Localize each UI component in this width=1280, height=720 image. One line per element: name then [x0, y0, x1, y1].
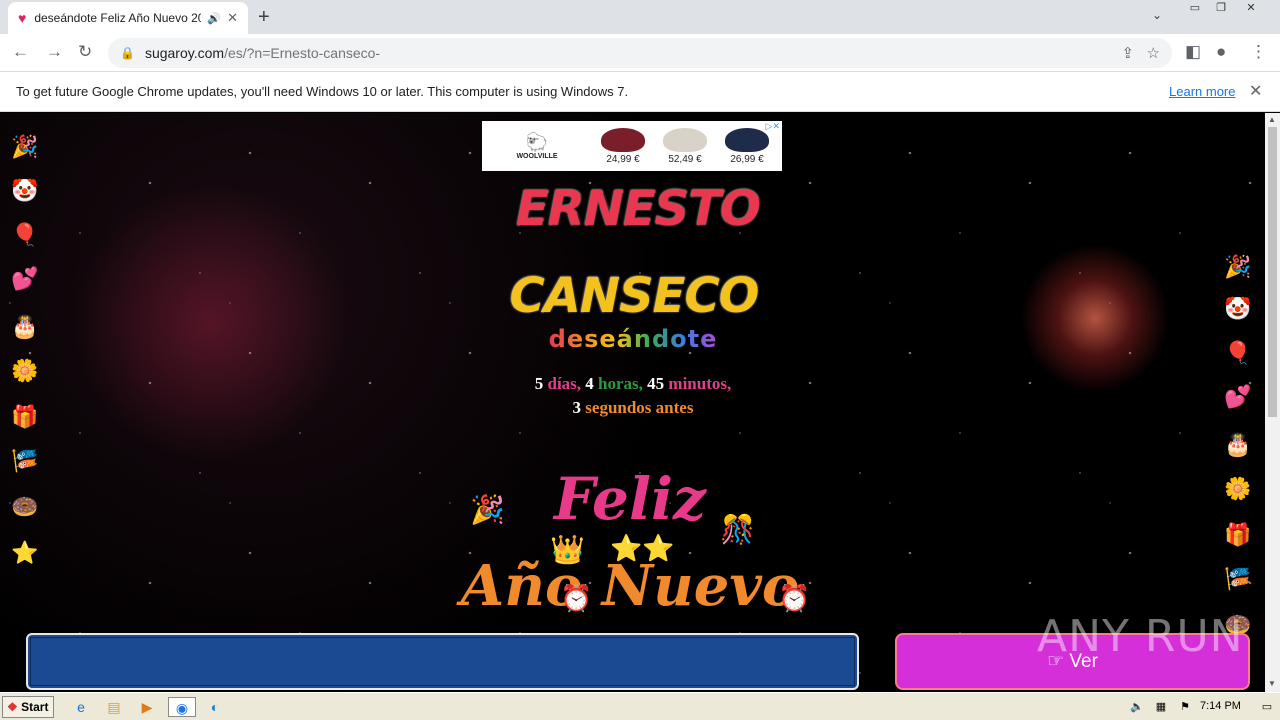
alarm-clock-icon: ⏰	[560, 583, 593, 613]
firework-left	[60, 173, 360, 473]
bunting-icon: 🎏	[11, 448, 39, 473]
lifebuoy-icon: 🍩	[11, 494, 39, 519]
clown-face-icon: 🤡	[1224, 296, 1252, 321]
restore-icon[interactable]: ❐	[1208, 0, 1234, 18]
share-star-icons[interactable]: ⇪ ☆	[1121, 44, 1160, 62]
tab-title: deseándote Feliz Año Nuevo 20	[34, 11, 202, 25]
infobar-message: To get future Google Chrome updates, you…	[16, 84, 629, 99]
clown-face-icon: 🤡	[11, 178, 39, 203]
update-infobar: To get future Google Chrome updates, you…	[0, 72, 1280, 112]
party-popper-icon: 🎉	[470, 494, 505, 525]
sidepanel-icon[interactable]: ◧	[1185, 42, 1201, 62]
anyrun-watermark: ANY RUN	[1037, 611, 1244, 662]
star-icon: ⭐	[11, 540, 39, 565]
firework-right	[1020, 243, 1170, 393]
forward-icon[interactable]: →	[46, 42, 63, 62]
url-host: sugaroy.com	[144, 45, 225, 61]
minimize-icon[interactable]: ▭	[1182, 0, 1208, 18]
address-bar[interactable]: 🔒 sugaroy.com /es/?n=Ernesto-canseco- ⇪ …	[108, 38, 1172, 68]
balloons-icon: 🎈	[1224, 340, 1252, 365]
adchoices-icon[interactable]: ▷✕	[766, 121, 780, 132]
flag-icon[interactable]: ⚑	[1174, 697, 1196, 717]
browser-toolbar: ← → ↻ 🔒 sugaroy.com /es/?n=Ernesto-canse…	[0, 34, 1280, 72]
ie-icon[interactable]: e	[70, 697, 92, 717]
flowers-icon: 🌼	[1224, 476, 1252, 501]
edge-icon[interactable]: ◐	[204, 697, 226, 717]
gift-icon: 🎁	[1224, 522, 1252, 547]
tab-strip: ♥ deseándote Feliz Año Nuevo 20 🔊 ✕ + ⌄ …	[0, 0, 1280, 34]
ad-item[interactable]: 26,99 €	[716, 127, 778, 165]
name-input-wrapper	[26, 633, 859, 690]
slipper-icon	[663, 127, 707, 152]
party-popper-icon: 🎉	[11, 134, 39, 159]
ad-banner[interactable]: 🐑 WOOLVILLE 24,99 € 52,49 € 26,99 € ▷✕	[482, 121, 782, 171]
page-content: 🐑 WOOLVILLE 24,99 € 52,49 € 26,99 € ▷✕ E…	[0, 113, 1265, 692]
first-name: ERNESTO	[516, 181, 761, 237]
url-path: /es/?n=Ernesto-canseco-	[224, 45, 381, 61]
close-icon[interactable]: ✕	[1249, 81, 1262, 101]
slipper-icon	[601, 127, 645, 152]
clock: 7:14 PM	[1200, 700, 1241, 712]
alarm-clock-icon: ⏰	[778, 583, 811, 613]
stars-icon: ⭐⭐	[610, 533, 675, 563]
windows-logo-icon: ❖	[7, 700, 18, 714]
ad-item[interactable]: 52,49 €	[654, 127, 716, 165]
profile-icon[interactable]: ●	[1216, 42, 1226, 62]
close-tab-icon[interactable]: ✕	[227, 10, 238, 26]
back-icon[interactable]: ←	[12, 42, 29, 62]
countdown: 5 días, 4 horas, 45 minutos, 3 segundos …	[534, 374, 732, 417]
name-input[interactable]	[30, 637, 855, 686]
page-scrollbar[interactable]: ▲ ▼	[1265, 113, 1280, 692]
folder-icon[interactable]: ▤	[103, 697, 125, 717]
network-icon[interactable]: ▦	[1150, 697, 1172, 717]
chevron-down-icon[interactable]: ⌄	[1152, 8, 1162, 22]
last-name: CANSECO	[509, 268, 760, 324]
cake-icon: 🎂	[1224, 432, 1252, 457]
party-horn-icon: 🎊	[720, 514, 755, 545]
hearts-icon: 💕	[1224, 384, 1252, 409]
menu-icon[interactable]: ⋮	[1250, 42, 1267, 62]
bunting-icon: 🎏	[1224, 566, 1252, 591]
balloons-icon: 🎈	[11, 222, 39, 247]
ad-item[interactable]: 24,99 €	[592, 127, 654, 165]
boot-icon	[725, 127, 769, 152]
scroll-down-icon[interactable]: ▼	[1268, 679, 1276, 688]
hearts-icon: 💕	[11, 266, 39, 291]
lock-icon[interactable]: 🔒	[120, 46, 135, 60]
party-popper-icon: 🎉	[1224, 254, 1252, 279]
media-player-icon[interactable]: ▶	[136, 697, 158, 717]
cake-icon: 🎂	[11, 314, 39, 339]
scroll-thumb[interactable]	[1268, 127, 1277, 417]
browser-tab[interactable]: ♥ deseándote Feliz Año Nuevo 20 🔊 ✕	[8, 2, 248, 34]
taskbar: ❖ Start e ▤ ▶ ◉ ◐ 🔈 ▦ ⚑ 7:14 PM ▭	[0, 692, 1280, 720]
speaker-icon[interactable]: 🔊	[207, 12, 221, 25]
heart-icon: ♥	[18, 10, 27, 26]
chrome-icon[interactable]: ◉	[168, 697, 196, 717]
crown-icon: 👑	[550, 534, 585, 565]
learn-more-link[interactable]: Learn more	[1169, 84, 1235, 99]
flowers-icon: 🌼	[11, 358, 39, 383]
show-desktop-icon[interactable]: ▭	[1256, 697, 1278, 717]
new-tab-button[interactable]: +	[258, 6, 270, 29]
ad-brand: 🐑 WOOLVILLE	[482, 132, 592, 160]
wishing-text: deseándote	[548, 325, 718, 353]
start-button[interactable]: ❖ Start	[2, 696, 54, 718]
sheep-icon: 🐑	[525, 132, 549, 152]
volume-icon[interactable]: 🔈	[1126, 697, 1148, 717]
gift-icon: 🎁	[11, 404, 39, 429]
scroll-up-icon[interactable]: ▲	[1268, 115, 1276, 124]
reload-icon[interactable]: ↻	[78, 42, 92, 62]
close-window-icon[interactable]: ✕	[1238, 0, 1264, 18]
